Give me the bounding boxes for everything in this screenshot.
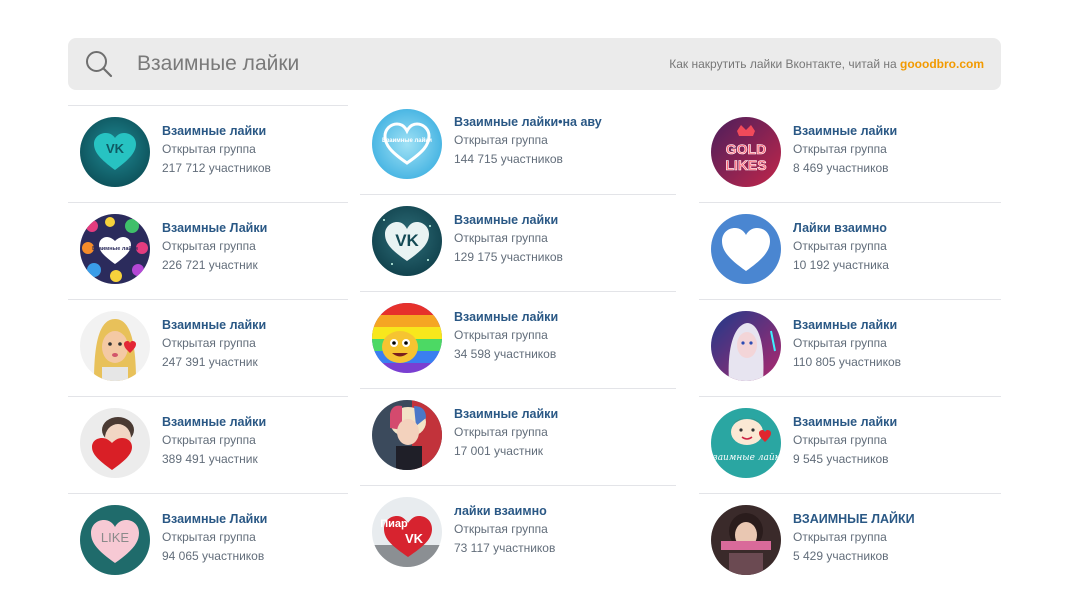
group-members: 94 065 участников (162, 548, 265, 563)
group-name[interactable]: Взаимные лайки (454, 211, 563, 229)
group-item[interactable]: Взаимные лайки Открытая группа 389 491 у… (68, 396, 348, 493)
avatar-vk-text: VK (106, 141, 125, 156)
avatar-piar-text: Пиар (380, 518, 408, 530)
results-column-2: Взаимные лайки Взаимные лайки•на аву Отк… (360, 97, 676, 582)
vk-heart-logo-dark-icon[interactable]: VK (372, 206, 442, 276)
character-portrait-icon[interactable] (372, 400, 442, 470)
piar-vk-heart-icon[interactable]: Пиар VK (372, 497, 442, 567)
search-bar[interactable]: Взаимные лайки Как накрутить лайки Вконт… (68, 38, 1001, 90)
group-item[interactable]: Взаимные лайки Взаимные Лайки Открытая г… (68, 202, 348, 299)
group-name[interactable]: Взаимные лайки (793, 413, 897, 431)
group-members: 5 429 участников (793, 548, 889, 563)
group-item[interactable]: ВЗАИМНЫЕ ЛАЙКИ Открытая группа 5 429 уча… (699, 493, 1001, 590)
group-item[interactable]: VK Взаимные лайки Открытая группа 217 71… (68, 105, 348, 202)
promo-link[interactable]: gooodbro.com (900, 57, 984, 71)
group-item[interactable]: Взаимные лайки Взаимные лайки Открытая г… (699, 396, 1001, 493)
group-type: Открытая группа (793, 336, 887, 350)
group-members: 217 712 участников (162, 160, 271, 175)
group-name[interactable]: Взаимные Лайки (162, 510, 267, 528)
group-name[interactable]: Взаимные лайки (162, 413, 266, 431)
group-name[interactable]: Взаимные лайки (162, 316, 266, 334)
group-name[interactable]: лайки взаимно (454, 502, 555, 520)
group-type: Открытая группа (162, 433, 256, 447)
group-type: Открытая группа (793, 530, 887, 544)
gold-likes-crown-icon[interactable]: GOLD LIKES (711, 117, 781, 187)
group-name[interactable]: Лайки взаимно (793, 219, 889, 237)
group-type: Открытая группа (162, 239, 256, 253)
group-members: 129 175 участников (454, 249, 563, 264)
group-members: 110 805 участников (793, 354, 902, 369)
group-type: Открытая группа (454, 425, 548, 439)
group-members: 17 001 участник (454, 443, 544, 458)
results-column-3: GOLD LIKES Взаимные лайки Открытая групп… (699, 105, 1001, 590)
group-members: 73 117 участников (454, 540, 556, 555)
avatar-vk-text: VK (405, 531, 424, 546)
group-item[interactable]: VK Взаимные лайки Открытая группа 129 17… (360, 194, 676, 291)
pink-like-heart-icon[interactable]: LIKE (80, 505, 150, 575)
cartoon-vzaimnye-laiki-icon[interactable]: Взаимные лайки (711, 408, 781, 478)
group-members: 247 391 участник (162, 354, 258, 369)
neon-portrait-icon[interactable] (711, 311, 781, 381)
group-members: 9 545 участников (793, 451, 889, 466)
cartoon-rainbow-icon[interactable] (372, 303, 442, 373)
group-item[interactable]: Взаимные лайки Открытая группа 17 001 уч… (360, 388, 676, 485)
group-item[interactable]: Лайки взаимно Открытая группа 10 192 уча… (699, 202, 1001, 299)
group-item[interactable]: Взаимные лайки Открытая группа 110 805 у… (699, 299, 1001, 396)
group-members: 389 491 участник (162, 451, 258, 466)
search-input[interactable]: Взаимные лайки (137, 52, 299, 76)
promo-label: Как накрутить лайки Вконтакте, читай на (669, 57, 900, 71)
group-type: Открытая группа (793, 142, 887, 156)
avatar-likes-text: LIKES (725, 157, 766, 173)
search-icon[interactable] (84, 49, 114, 79)
group-type: Открытая группа (454, 133, 548, 147)
group-name[interactable]: Взаимные лайки (793, 122, 897, 140)
group-members: 226 721 участник (162, 257, 258, 272)
avatar-like-text: LIKE (101, 530, 130, 545)
results-column-1: VK Взаимные лайки Открытая группа 217 71… (68, 105, 348, 590)
group-item[interactable]: Взаимные лайки Открытая группа 34 598 уч… (360, 291, 676, 388)
group-type: Открытая группа (162, 142, 256, 156)
group-type: Открытая группа (162, 336, 256, 350)
avatar-gold-text: GOLD (726, 141, 766, 157)
heart-sticker-collage-icon[interactable]: Взаимные лайки (80, 214, 150, 284)
photo-portrait-icon[interactable] (711, 505, 781, 575)
group-type: Открытая группа (793, 239, 887, 253)
child-with-red-heart-icon[interactable] (80, 408, 150, 478)
group-members: 10 192 участника (793, 257, 889, 272)
group-type: Открытая группа (454, 231, 548, 245)
group-name[interactable]: Взаимные лайки (793, 316, 901, 334)
group-name[interactable]: Взаимные лайки (162, 122, 271, 140)
white-heart-blue-icon[interactable] (711, 214, 781, 284)
group-item[interactable]: Взаимные лайки Открытая группа 247 391 у… (68, 299, 348, 396)
group-item[interactable]: LIKE Взаимные Лайки Открытая группа 94 0… (68, 493, 348, 590)
avatar-vk-text: VK (395, 231, 419, 250)
group-item[interactable]: GOLD LIKES Взаимные лайки Открытая групп… (699, 105, 1001, 202)
group-name[interactable]: ВЗАИМНЫЕ ЛАЙКИ (793, 510, 915, 528)
blue-heart-icon[interactable]: Взаимные лайки (372, 109, 442, 179)
avatar-caption: Взаимные лайки (711, 453, 781, 463)
group-name[interactable]: Взаимные лайки•на аву (454, 113, 602, 131)
promo-text: Как накрутить лайки Вконтакте, читай на … (669, 56, 984, 72)
group-item[interactable]: Пиар VK лайки взаимно Открытая группа 73… (360, 485, 676, 582)
group-members: 34 598 участников (454, 346, 557, 361)
group-item[interactable]: Взаимные лайки Взаимные лайки•на аву Отк… (360, 97, 676, 194)
group-name[interactable]: Взаимные лайки (454, 308, 558, 326)
group-members: 144 715 участников (454, 151, 563, 166)
avatar-caption: Взаимные лайки (92, 245, 138, 252)
group-name[interactable]: Взаимные Лайки (162, 219, 267, 237)
memoji-with-heart-icon[interactable] (80, 311, 150, 381)
group-members: 8 469 участников (793, 160, 889, 175)
group-name[interactable]: Взаимные лайки (454, 405, 558, 423)
group-type: Открытая группа (162, 530, 256, 544)
vk-heart-logo-icon[interactable]: VK (80, 117, 150, 187)
group-type: Открытая группа (793, 433, 887, 447)
group-type: Открытая группа (454, 328, 548, 342)
group-type: Открытая группа (454, 522, 548, 536)
avatar-caption: Взаимные лайки (382, 137, 432, 144)
